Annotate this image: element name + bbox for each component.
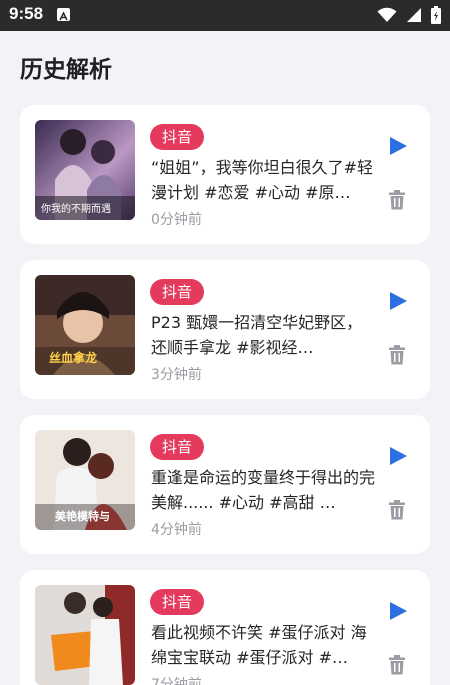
platform-badge: 抖音 — [150, 279, 205, 305]
platform-badge: 抖音 — [150, 589, 205, 615]
page-title: 历史解析 — [20, 57, 112, 83]
thumbnail-caption: 你我的不期而遇 — [41, 204, 111, 215]
signal-icon — [406, 7, 422, 27]
history-card[interactable]: 丝血拿龙 抖音 P23 甄嬛一招清空华妃野区，还顺手拿龙 #影视经… 3分钟前 — [20, 260, 430, 399]
trash-icon[interactable] — [388, 500, 406, 520]
video-title: 重逢是命运的变量终于得出的完美解...... #心动 #高甜 … — [151, 468, 376, 512]
play-icon[interactable] — [387, 135, 409, 157]
status-bar: 9:58 — [0, 0, 450, 31]
play-icon[interactable] — [387, 600, 409, 622]
wifi-icon — [377, 7, 397, 27]
play-icon[interactable] — [387, 445, 409, 467]
video-title: 看此视频不许笑 #蛋仔派对 海绵宝宝联动 #蛋仔派对 #… — [151, 623, 367, 667]
video-thumbnail[interactable]: 你我的不期而遇 — [35, 120, 135, 220]
video-thumbnail[interactable]: 美艳模特与 — [35, 430, 135, 530]
trash-icon[interactable] — [388, 345, 406, 365]
app-notification-icon — [57, 8, 70, 21]
parse-time: 4分钟前 — [151, 522, 202, 538]
parse-time: 0分钟前 — [151, 212, 202, 228]
video-title: P23 甄嬛一招清空华妃野区，还顺手拿龙 #影视经… — [151, 313, 363, 357]
video-thumbnail[interactable]: 丝血拿龙 — [35, 275, 135, 375]
trash-icon[interactable] — [388, 190, 406, 210]
platform-badge: 抖音 — [150, 434, 205, 460]
battery-icon — [431, 6, 441, 28]
play-icon[interactable] — [387, 290, 409, 312]
thumbnail-caption: 丝血拿龙 — [49, 351, 98, 365]
video-title: “姐姐”，我等你坦白很久了#轻漫计划 #恋爱 #心动 #原… — [151, 158, 373, 202]
thumbnail-caption: 美艳模特与 — [55, 510, 110, 523]
status-time: 9:58 — [9, 4, 44, 23]
history-card[interactable]: 你我的不期而遇 抖音 “姐姐”，我等你坦白很久了#轻漫计划 #恋爱 #心动 #原… — [20, 105, 430, 244]
parse-time: 3分钟前 — [151, 367, 202, 383]
trash-icon[interactable] — [388, 655, 406, 675]
video-thumbnail[interactable] — [35, 585, 135, 685]
history-card[interactable]: 美艳模特与 抖音 重逢是命运的变量终于得出的完美解...... #心动 #高甜 … — [20, 415, 430, 554]
platform-badge: 抖音 — [150, 124, 205, 150]
history-card[interactable]: 抖音 看此视频不许笑 #蛋仔派对 海绵宝宝联动 #蛋仔派对 #… 7分钟前 — [20, 570, 430, 685]
parse-time: 7分钟前 — [151, 677, 202, 685]
